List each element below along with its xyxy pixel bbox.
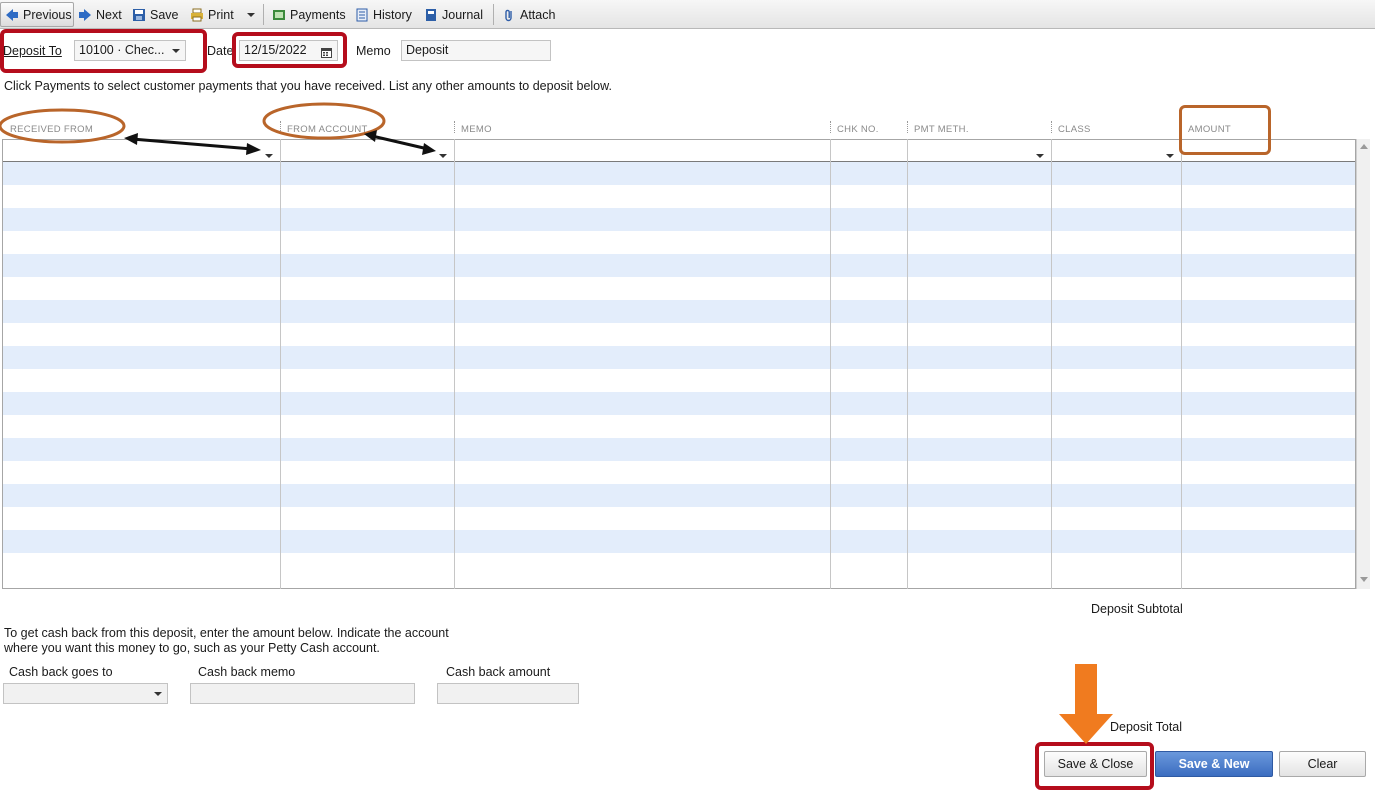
orange-arrow-head: [1059, 714, 1113, 744]
highlight-received-from: [0, 108, 126, 144]
arrowhead: [422, 143, 436, 155]
highlight-from-account: [262, 102, 386, 140]
double-arrow-line: [371, 134, 429, 151]
orange-arrow-shaft: [1075, 664, 1097, 716]
arrowhead: [246, 143, 261, 155]
double-arrow-line: [131, 137, 253, 151]
annotation-layer: [0, 102, 1113, 744]
arrowhead: [124, 133, 138, 145]
